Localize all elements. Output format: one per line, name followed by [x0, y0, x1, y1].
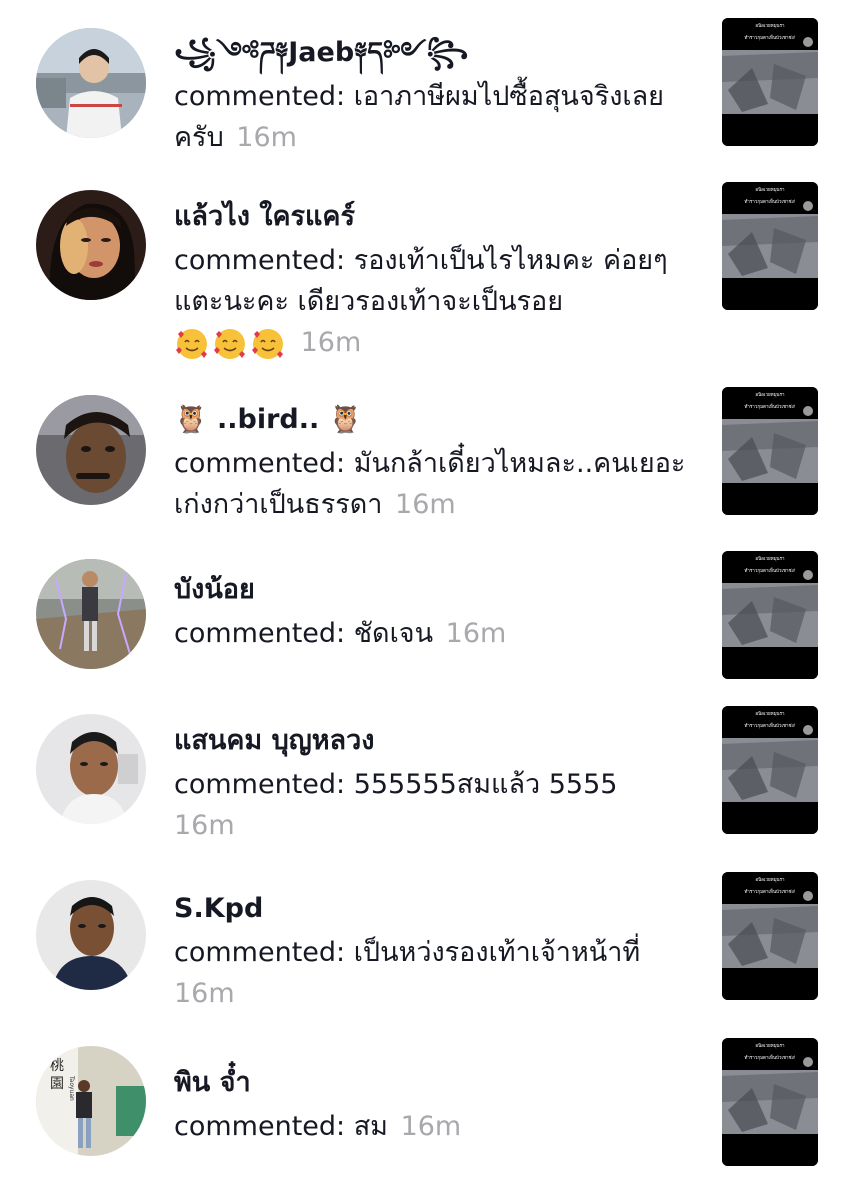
notification-row[interactable]: บังน้อย commented: ชัดเจน 16m อนิลเวยหมุ…: [0, 551, 854, 679]
user-avatar[interactable]: [36, 714, 146, 824]
timestamp: 16m: [445, 618, 507, 649]
username[interactable]: 🦉 ..bird.. 🦉: [174, 403, 694, 437]
smiling-face-with-hearts-icon: [252, 328, 283, 359]
username[interactable]: บังน้อย: [174, 573, 694, 607]
timestamp: 16m: [400, 1111, 462, 1142]
thumb-caption: อนิลเวยหมุนรา: [755, 187, 785, 193]
thumb-caption: อนิลเวยหมุนรา: [755, 1043, 785, 1049]
notification-row[interactable]: แสนคม บุญหลวง commented: 555555สมแล้ว 55…: [0, 706, 854, 846]
notification-row[interactable]: S.Kpd commented: เป็นหว่งรองเท้าเจ้าหน้า…: [0, 872, 854, 1010]
video-thumbnail[interactable]: อนิลเวยหมุนรา ทำราวกุมตาเห็นบัวเชาช่ง!: [722, 18, 818, 146]
thumb-caption: อนิลเวยหมุนรา: [755, 877, 785, 883]
user-avatar[interactable]: [36, 395, 146, 505]
thumb-caption: อนิลเวยหมุนรา: [755, 23, 785, 29]
video-thumbnail[interactable]: อนิลเวยหมุนรา ทำราวกุมตาเห็นบัวเชาช่ง!: [722, 706, 818, 834]
user-avatar[interactable]: [36, 28, 146, 138]
video-thumbnail[interactable]: อนิลเวยหมุนรา ทำราวกุมตาเห็นบัวเชาช่ง!: [722, 1038, 818, 1166]
comment-body: commented: เป็นหว่งรองเท้าเจ้าหน้าที่: [174, 937, 641, 968]
user-avatar[interactable]: 桃 園 Taoyuan: [36, 1046, 146, 1156]
username[interactable]: S.Kpd: [174, 892, 694, 926]
notification-row[interactable]: ꧁༺ཌ༈Jaeb༈ད༻꧂ commented: เอาภาษีผมไปซื้อส…: [0, 18, 854, 158]
sign-text: 桃: [50, 1058, 64, 1074]
comment-text: commented: รองเท้าเป็นไรไหมคะ ค่อยๆแตะนะ…: [174, 240, 694, 363]
timestamp: 16m: [300, 327, 362, 358]
comment-body: commented: ชัดเจน: [174, 618, 434, 649]
username[interactable]: ꧁༺ཌ༈Jaeb༈ད༻꧂: [174, 36, 694, 70]
thumb-caption: อนิลเวยหมุนรา: [755, 711, 785, 717]
comment-body: commented: รองเท้าเป็นไรไหมคะ ค่อยๆแตะนะ…: [174, 245, 668, 317]
comment-body: commented: สม: [174, 1111, 388, 1142]
user-avatar[interactable]: [36, 190, 146, 300]
video-thumbnail[interactable]: อนิลเวยหมุนรา ทำราวกุมตาเห็นบัวเชาช่ง!: [722, 387, 818, 515]
comment-text: commented: ชัดเจน 16m: [174, 613, 694, 654]
smiling-face-with-hearts-icon: [214, 328, 245, 359]
video-thumbnail[interactable]: อนิลเวยหมุนรา ทำราวกุมตาเห็นบัวเชาช่ง!: [722, 872, 818, 1000]
notification-row[interactable]: 🦉 ..bird.. 🦉 commented: มันกล้าเดี๋ยวไหม…: [0, 387, 854, 525]
thumb-caption: อนิลเวยหมุนรา: [755, 556, 785, 562]
notification-row[interactable]: แล้วไง ใครแคร์ commented: รองเท้าเป็นไรไ…: [0, 182, 854, 363]
username[interactable]: แล้วไง ใครแคร์: [174, 200, 694, 234]
timestamp: 16m: [395, 489, 456, 520]
user-avatar[interactable]: [36, 559, 146, 669]
comment-text: commented: สม 16m: [174, 1106, 694, 1147]
timestamp: 16m: [174, 810, 235, 841]
comment-text: commented: เป็นหว่งรองเท้าเจ้าหน้าที่ 16…: [174, 932, 694, 1014]
video-thumbnail[interactable]: อนิลเวยหมุนรา ทำราวกุมตาเห็นบัวเชาช่ง!: [722, 182, 818, 310]
sign-text: 園: [50, 1076, 64, 1092]
thumb-caption: อนิลเวยหมุนรา: [755, 392, 785, 398]
timestamp: 16m: [236, 122, 297, 153]
notification-row[interactable]: 桃 園 Taoyuan พิน จ๋ำ commented: สม 16m อน…: [0, 1038, 854, 1176]
timestamp: 16m: [174, 978, 235, 1009]
comment-text: commented: 555555สมแล้ว 5555 16m: [174, 764, 694, 846]
video-thumbnail[interactable]: อนิลเวยหมุนรา ทำราวกุมตาเห็นบัวเชาช่ง!: [722, 551, 818, 679]
user-avatar[interactable]: [36, 880, 146, 990]
username[interactable]: แสนคม บุญหลวง: [174, 724, 694, 758]
comment-text: commented: มันกล้าเดี๋ยวไหมละ..คนเยอะเก่…: [174, 443, 694, 525]
sign-text: Taoyuan: [68, 1075, 75, 1101]
username[interactable]: พิน จ๋ำ: [174, 1066, 694, 1100]
comment-text: commented: เอาภาษีผมไปซื้อสุนจริงเลยครับ…: [174, 76, 694, 158]
comment-body: commented: 555555สมแล้ว 5555: [174, 769, 618, 800]
smiling-face-with-hearts-icon: [176, 328, 207, 359]
